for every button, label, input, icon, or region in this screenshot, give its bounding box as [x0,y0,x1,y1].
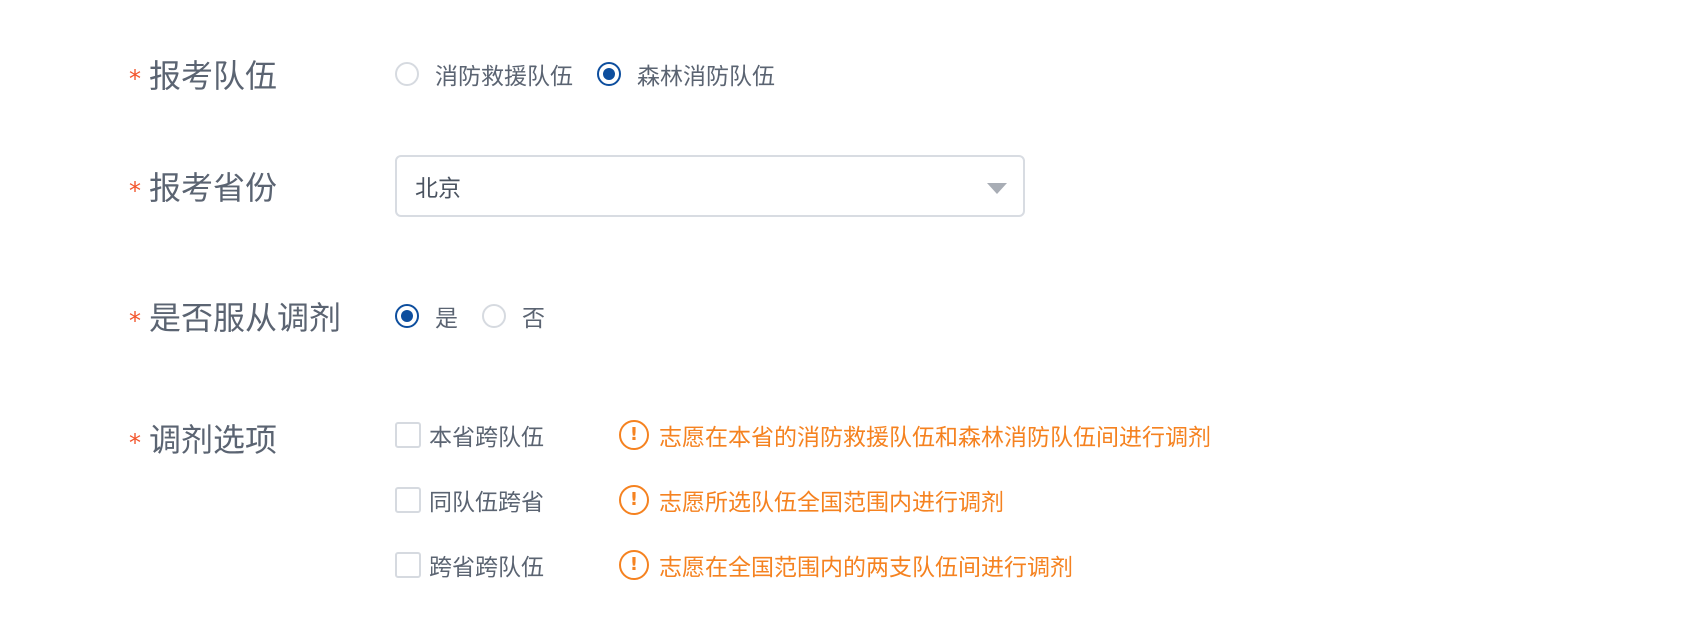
hint-text: 志愿在全国范围内的两支队伍间进行调剂 [659,555,1073,581]
radio-no-label[interactable]: 否 [522,299,545,333]
application-form: * 报考队伍 消防救援队伍 森林消防队伍 * 报考省份 北京 * 是 否服从调剂 … [0,0,1694,620]
hint-same-team: ! 志愿所选队伍全国范围内进行调剂 [619,483,1004,517]
obey-adjust-radio-group: 是 否 [395,294,569,338]
required-mark: * [129,177,141,205]
radio-no-circle[interactable] [482,304,506,328]
province-select[interactable]: 北京 [395,155,1025,217]
radio-fire-rescue[interactable]: 消防救援队伍 [395,57,573,91]
radio-yes[interactable]: 是 [395,299,458,333]
province-label-text: 报考省份 [149,169,278,207]
radio-forest-fire-circle[interactable] [597,62,621,86]
adjust-option-cross-both: 跨省跨队伍 ! 志愿在全国范围内的两支队伍间进行调剂 [395,545,1073,585]
hint-text: 志愿在本省的消防救援队伍和森林消防队伍间进行调剂 [659,425,1211,451]
adjust-option-same-province: 本省跨队伍 ! 志愿在本省的消防救援队伍和森林消防队伍间进行调剂 [395,415,1211,455]
required-mark: * [129,65,141,93]
hint-text: 志愿所选队伍全国范围内进行调剂 [659,490,1004,516]
hint-cross-both: ! 志愿在全国范围内的两支队伍间进行调剂 [619,548,1073,582]
required-mark: * [129,307,141,335]
radio-yes-circle[interactable] [395,304,419,328]
team-label-text: 报考队伍 [149,57,278,95]
province-label: * 报考省份 [129,164,277,208]
checkbox-cross-province-cross-team-label[interactable]: 跨省跨队伍 [429,548,619,582]
hint-same-province: ! 志愿在本省的消防救援队伍和森林消防队伍间进行调剂 [619,418,1211,452]
adjust-options-label: * 调剂选项 [129,416,277,460]
caret-down-icon[interactable] [987,183,1007,194]
radio-no[interactable]: 否 [482,299,545,333]
team-radio-group: 消防救援队伍 森林消防队伍 [395,52,799,96]
obey-adjust-label: * 是否服从调剂 [129,294,341,338]
checkbox-same-province-cross-team-label[interactable]: 本省跨队伍 [429,418,619,452]
adjust-option-same-team: 同队伍跨省 ! 志愿所选队伍全国范围内进行调剂 [395,480,1004,520]
team-label: * 报考队伍 [129,52,277,96]
required-mark: * [129,429,141,457]
adjust-options-label-text: 调剂选项 [149,421,278,459]
radio-forest-fire-label[interactable]: 森林消防队伍 [637,57,775,91]
province-select-value[interactable]: 北京 [415,169,461,203]
exclamation-circle-icon: ! [619,550,649,580]
checkbox-same-province-cross-team[interactable] [395,422,421,448]
radio-forest-fire[interactable]: 森林消防队伍 [597,57,775,91]
radio-fire-rescue-label[interactable]: 消防救援队伍 [435,57,573,91]
checkbox-cross-province-cross-team[interactable] [395,552,421,578]
obey-adjust-label-text: 是否服从调剂 [149,299,342,337]
radio-yes-label[interactable]: 是 [435,299,458,333]
exclamation-circle-icon: ! [619,420,649,450]
exclamation-circle-icon: ! [619,485,649,515]
checkbox-same-team-cross-province-label[interactable]: 同队伍跨省 [429,483,619,517]
radio-fire-rescue-circle[interactable] [395,62,419,86]
checkbox-same-team-cross-province[interactable] [395,487,421,513]
